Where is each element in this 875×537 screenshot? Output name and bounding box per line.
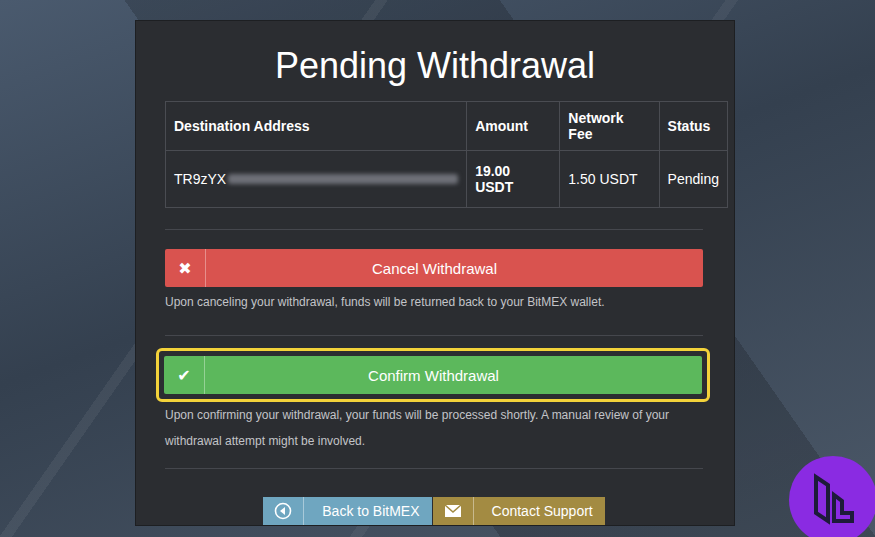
- address: TR9zYX: [174, 171, 458, 187]
- contact-support-button[interactable]: Contact Support: [433, 497, 605, 525]
- separator: [165, 468, 703, 469]
- withdrawal-panel: Pending WithdrawalDestination AddressAmo…: [135, 20, 735, 526]
- table-row: TR9zYX 19.00 USDT 1.50 USDT Pending: [166, 151, 728, 208]
- address-text: TR9zYX: [174, 171, 226, 187]
- page-title: Pending Withdrawal: [142, 21, 728, 101]
- column-header: Destination Address: [166, 102, 467, 151]
- button-note: Upon confirming your withdrawal, your fu…: [165, 402, 703, 454]
- link-label: Contact Support: [474, 497, 605, 525]
- check-icon: ✔: [164, 356, 205, 394]
- cell-text: Pending: [668, 171, 719, 187]
- column-header: Amount: [467, 102, 560, 151]
- cancel-button[interactable]: ✖Cancel Withdrawal: [165, 249, 703, 287]
- brand-logo-icon: [788, 455, 875, 537]
- highlight-frame: ✔Confirm Withdrawal: [156, 348, 710, 402]
- button-note: Upon canceling your withdrawal, funds wi…: [165, 289, 703, 315]
- table-cell: 19.00 USDT: [467, 151, 560, 208]
- back-arrow-icon: [263, 497, 304, 525]
- footer-links: Back to BitMEX Contact Support: [165, 469, 703, 525]
- table-header-row: Destination AddressAmountNetwork FeeStat…: [166, 102, 728, 151]
- highlight-frame: ✖Cancel Withdrawal: [165, 249, 728, 287]
- table-cell: TR9zYX: [166, 151, 467, 208]
- cell-text: 19.00 USDT: [475, 163, 513, 195]
- table-cell: 1.50 USDT: [560, 151, 659, 208]
- button-label: Confirm Withdrawal: [205, 356, 702, 394]
- blurred-address: [228, 174, 458, 184]
- back-button[interactable]: Back to BitMEX: [263, 497, 431, 525]
- link-label: Back to BitMEX: [304, 497, 431, 525]
- column-header: Network Fee: [560, 102, 659, 151]
- confirm-button[interactable]: ✔Confirm Withdrawal: [164, 356, 702, 394]
- envelope-icon: [433, 497, 474, 525]
- table-cell: Pending: [659, 151, 727, 208]
- separator: [165, 335, 703, 336]
- separator: [165, 229, 703, 230]
- cross-icon: ✖: [165, 249, 206, 287]
- withdrawal-table: Destination AddressAmountNetwork FeeStat…: [165, 101, 728, 208]
- column-header: Status: [659, 102, 727, 151]
- button-label: Cancel Withdrawal: [206, 249, 703, 287]
- cell-text: 1.50 USDT: [568, 171, 637, 187]
